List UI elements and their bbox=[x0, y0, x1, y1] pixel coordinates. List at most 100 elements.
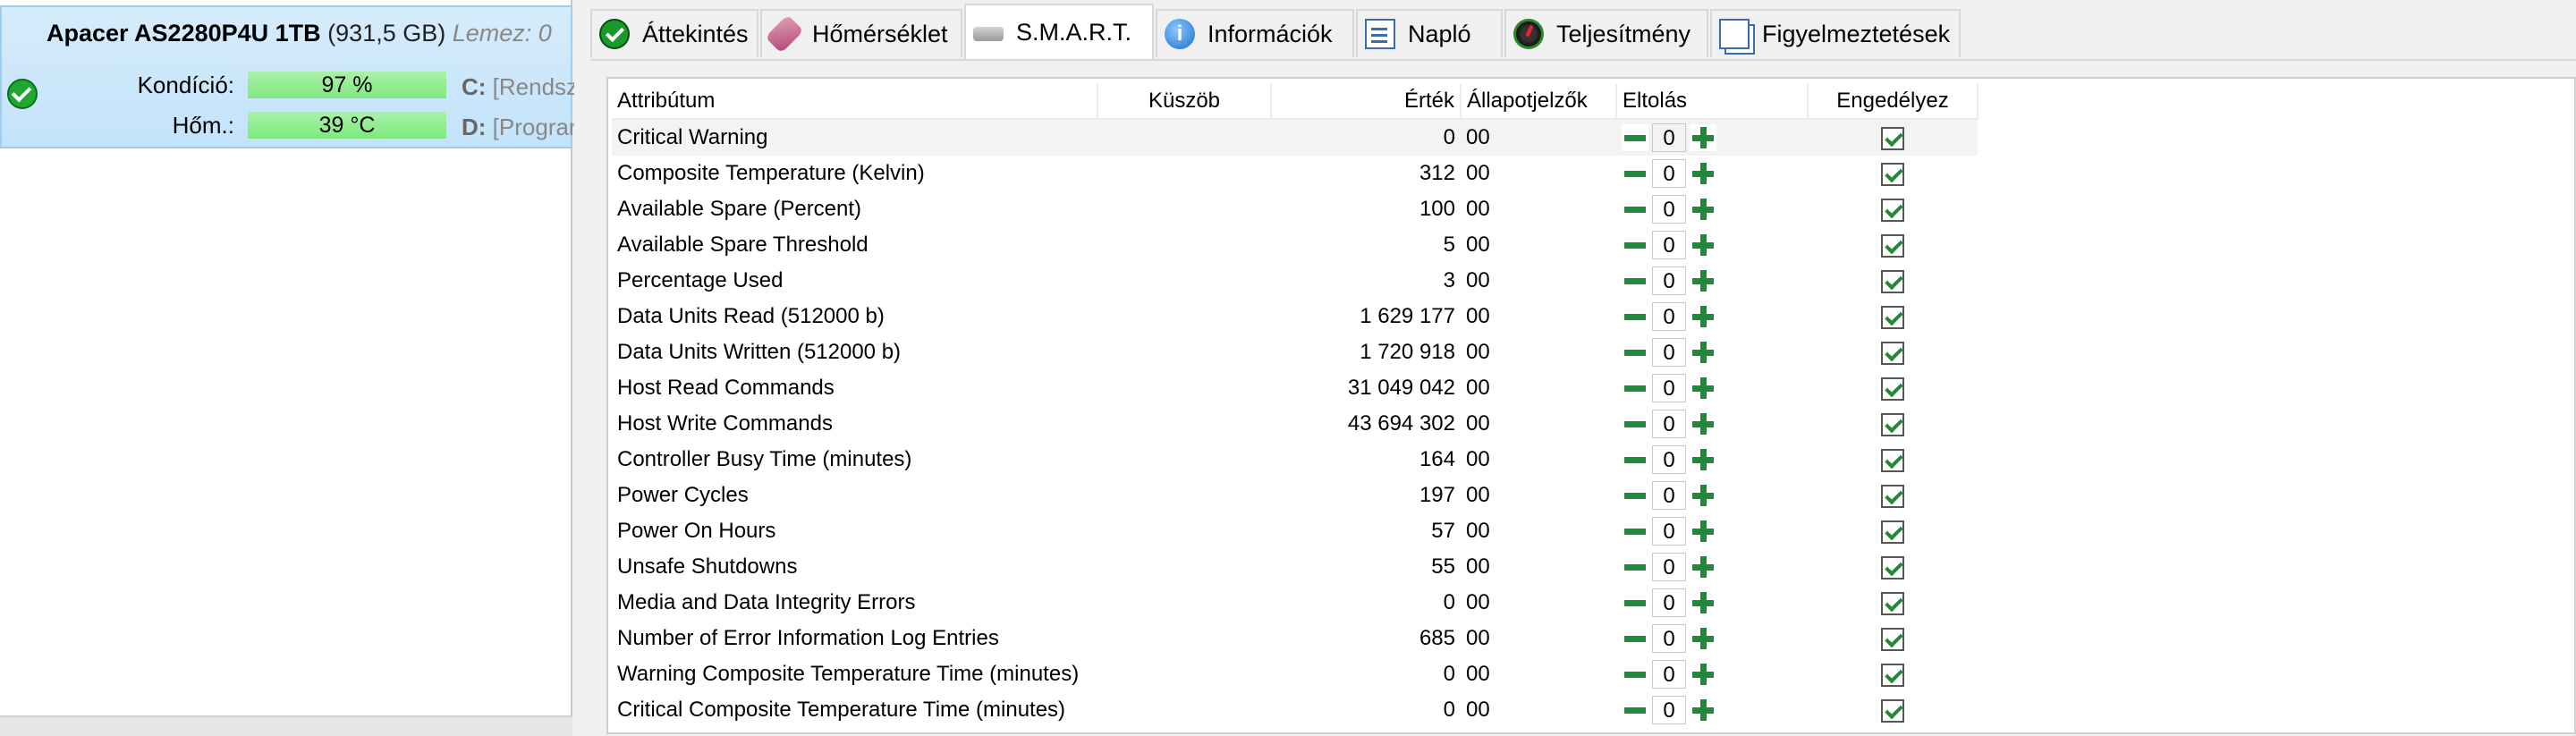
tab-temperature[interactable]: Hőmérséklet bbox=[760, 9, 962, 57]
offset-input[interactable]: 0 bbox=[1652, 123, 1686, 152]
table-row[interactable]: Available Spare (Percent) 100 00 0 bbox=[612, 191, 1978, 227]
enabled-checkbox[interactable] bbox=[1881, 627, 1904, 651]
minus-icon[interactable] bbox=[1622, 446, 1648, 473]
table-row[interactable]: Percentage Used 3 00 0 bbox=[612, 263, 1978, 299]
minus-icon[interactable] bbox=[1622, 625, 1648, 652]
enabled-checkbox[interactable] bbox=[1881, 126, 1904, 150]
tab-log[interactable]: Napló bbox=[1356, 9, 1503, 57]
table-row[interactable]: Data Units Read (512000 b) 1 629 177 00 0 bbox=[612, 299, 1978, 334]
enabled-checkbox[interactable] bbox=[1881, 698, 1904, 723]
horizontal-scrollbar[interactable] bbox=[0, 715, 572, 736]
minus-icon[interactable] bbox=[1622, 518, 1648, 545]
table-row[interactable]: Host Read Commands 31 049 042 00 0 bbox=[612, 370, 1978, 406]
offset-input[interactable]: 0 bbox=[1652, 624, 1686, 653]
column-header-enabled[interactable]: Engedélyez bbox=[1808, 84, 1979, 120]
minus-icon[interactable] bbox=[1622, 124, 1648, 151]
tab-performance[interactable]: Teljesítmény bbox=[1504, 9, 1708, 57]
plus-icon[interactable] bbox=[1690, 267, 1716, 294]
table-row[interactable]: Power On Hours 57 00 0 bbox=[612, 513, 1978, 549]
offset-input[interactable]: 0 bbox=[1652, 481, 1686, 510]
enabled-checkbox[interactable] bbox=[1881, 341, 1904, 365]
enabled-checkbox[interactable] bbox=[1881, 376, 1904, 401]
volume-d[interactable]: D: [Programok] bbox=[462, 114, 574, 141]
plus-icon[interactable] bbox=[1690, 160, 1716, 187]
volume-c[interactable]: C: [Rendszer] bbox=[462, 73, 574, 101]
minus-icon[interactable] bbox=[1622, 196, 1648, 223]
enabled-checkbox[interactable] bbox=[1881, 233, 1904, 258]
plus-icon[interactable] bbox=[1690, 554, 1716, 580]
plus-icon[interactable] bbox=[1690, 124, 1716, 151]
offset-input[interactable]: 0 bbox=[1652, 553, 1686, 581]
minus-icon[interactable] bbox=[1622, 160, 1648, 187]
plus-icon[interactable] bbox=[1690, 697, 1716, 723]
enabled-checkbox[interactable] bbox=[1881, 484, 1904, 508]
plus-icon[interactable] bbox=[1690, 625, 1716, 652]
plus-icon[interactable] bbox=[1690, 196, 1716, 223]
tab-alerts[interactable]: Figyelmeztetések bbox=[1710, 9, 1961, 57]
drive-entry-selected[interactable]: Apacer AS2280P4U 1TB (931,5 GB) Lemez: 0… bbox=[0, 5, 574, 148]
offset-input[interactable]: 0 bbox=[1652, 445, 1686, 474]
minus-icon[interactable] bbox=[1622, 232, 1648, 258]
plus-icon[interactable] bbox=[1690, 482, 1716, 509]
tab-smart[interactable]: S.M.A.R.T. bbox=[964, 4, 1154, 59]
enabled-checkbox[interactable] bbox=[1881, 162, 1904, 186]
minus-icon[interactable] bbox=[1622, 697, 1648, 723]
plus-icon[interactable] bbox=[1690, 410, 1716, 437]
minus-icon[interactable] bbox=[1622, 267, 1648, 294]
offset-input[interactable]: 0 bbox=[1652, 231, 1686, 259]
table-row[interactable]: Critical Composite Temperature Time (min… bbox=[612, 692, 1978, 728]
plus-icon[interactable] bbox=[1690, 339, 1716, 366]
plus-icon[interactable] bbox=[1690, 232, 1716, 258]
offset-input[interactable]: 0 bbox=[1652, 159, 1686, 188]
offset-input[interactable]: 0 bbox=[1652, 517, 1686, 546]
plus-icon[interactable] bbox=[1690, 446, 1716, 473]
column-header-value[interactable]: Érték bbox=[1271, 84, 1462, 120]
table-row[interactable]: Available Spare Threshold 5 00 0 bbox=[612, 227, 1978, 263]
table-row[interactable]: Host Write Commands 43 694 302 00 0 bbox=[612, 406, 1978, 442]
table-row[interactable]: Data Units Written (512000 b) 1 720 918 00… bbox=[612, 334, 1978, 370]
offset-input[interactable]: 0 bbox=[1652, 410, 1686, 438]
plus-icon[interactable] bbox=[1690, 375, 1716, 402]
enabled-checkbox[interactable] bbox=[1881, 555, 1904, 579]
table-row[interactable]: Warning Composite Temperature Time (minu… bbox=[612, 656, 1978, 692]
enabled-checkbox[interactable] bbox=[1881, 520, 1904, 544]
offset-input[interactable]: 0 bbox=[1652, 266, 1686, 295]
table-row[interactable]: Controller Busy Time (minutes) 164 00 0 bbox=[612, 442, 1978, 478]
table-row[interactable]: Power Cycles 197 00 0 bbox=[612, 478, 1978, 513]
enabled-checkbox[interactable] bbox=[1881, 412, 1904, 436]
offset-input[interactable]: 0 bbox=[1652, 660, 1686, 689]
column-header-flags[interactable]: Állapotjelzők bbox=[1461, 84, 1617, 120]
plus-icon[interactable] bbox=[1690, 589, 1716, 616]
column-header-threshold[interactable]: Küszöb bbox=[1097, 84, 1272, 120]
table-row[interactable]: Critical Warning 0 00 0 bbox=[612, 119, 1978, 156]
table-row[interactable]: Media and Data Integrity Errors 0 00 0 bbox=[612, 585, 1978, 621]
enabled-checkbox[interactable] bbox=[1881, 448, 1904, 472]
offset-input[interactable]: 0 bbox=[1652, 195, 1686, 224]
enabled-checkbox[interactable] bbox=[1881, 663, 1904, 687]
offset-input[interactable]: 0 bbox=[1652, 374, 1686, 402]
tab-information[interactable]: i Információk bbox=[1156, 9, 1354, 57]
column-header-offset[interactable]: Eltolás bbox=[1616, 84, 1809, 120]
table-row[interactable]: Unsafe Shutdowns 55 00 0 bbox=[612, 549, 1978, 585]
minus-icon[interactable] bbox=[1622, 482, 1648, 509]
minus-icon[interactable] bbox=[1622, 554, 1648, 580]
offset-input[interactable]: 0 bbox=[1652, 588, 1686, 617]
minus-icon[interactable] bbox=[1622, 339, 1648, 366]
minus-icon[interactable] bbox=[1622, 303, 1648, 330]
enabled-checkbox[interactable] bbox=[1881, 198, 1904, 222]
tab-overview[interactable]: Áttekintés bbox=[590, 9, 758, 57]
minus-icon[interactable] bbox=[1622, 375, 1648, 402]
plus-icon[interactable] bbox=[1690, 518, 1716, 545]
plus-icon[interactable] bbox=[1690, 661, 1716, 688]
enabled-checkbox[interactable] bbox=[1881, 591, 1904, 615]
minus-icon[interactable] bbox=[1622, 410, 1648, 437]
plus-icon[interactable] bbox=[1690, 303, 1716, 330]
column-header-attribute[interactable]: Attribútum bbox=[612, 84, 1098, 120]
table-row[interactable]: Number of Error Information Log Entries 6… bbox=[612, 621, 1978, 656]
minus-icon[interactable] bbox=[1622, 661, 1648, 688]
offset-input[interactable]: 0 bbox=[1652, 302, 1686, 331]
enabled-checkbox[interactable] bbox=[1881, 269, 1904, 293]
table-row[interactable]: Composite Temperature (Kelvin) 312 00 0 bbox=[612, 156, 1978, 191]
offset-input[interactable]: 0 bbox=[1652, 338, 1686, 367]
offset-input[interactable]: 0 bbox=[1652, 696, 1686, 724]
